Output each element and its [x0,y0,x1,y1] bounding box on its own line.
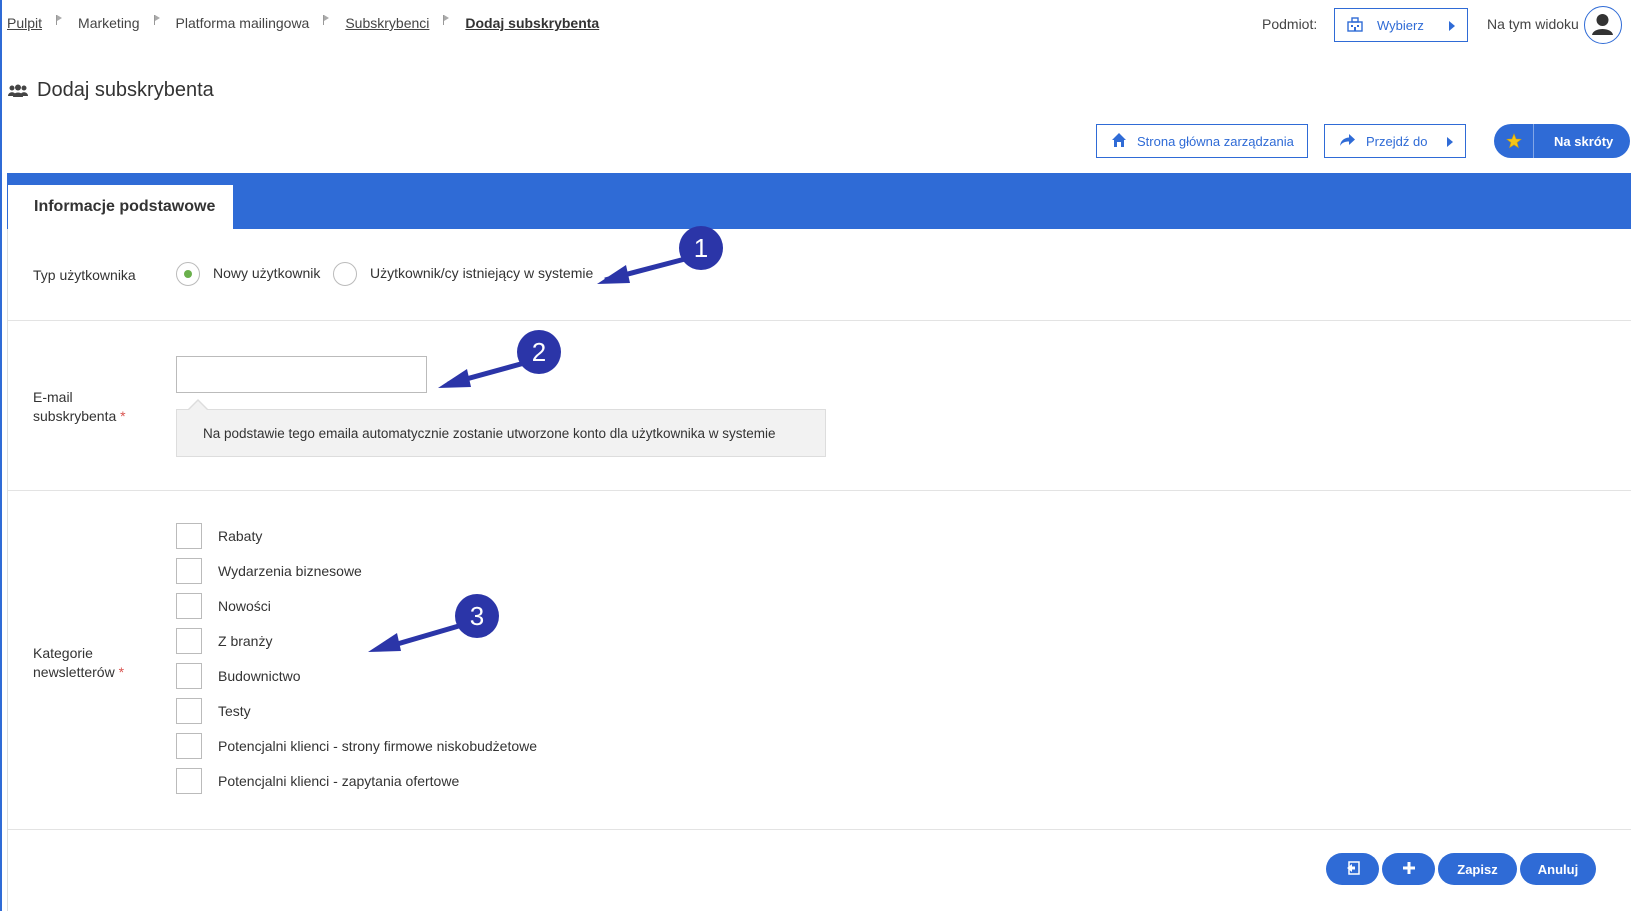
hint-pointer-fill [189,401,207,410]
user-avatar[interactable] [1584,6,1622,44]
breadcrumb-subskrybenci[interactable]: Subskrybenci [345,15,429,31]
category-checkbox[interactable] [176,768,202,794]
email-input[interactable] [176,356,427,393]
breadcrumb-separator-icon [153,15,162,25]
breadcrumb-separator-icon [56,15,64,25]
plus-icon [1402,861,1416,878]
user-icon [1592,14,1613,35]
category-checkbox-row[interactable]: Rabaty [176,523,262,549]
radio-new-user-label[interactable]: Nowy użytkownik [213,265,320,281]
cancel-button[interactable]: Anuluj [1520,853,1596,885]
subject-label: Podmiot: [1262,16,1318,32]
category-label: Potencjalni klienci - strony firmowe nis… [218,738,538,754]
category-label: Testy [218,703,251,719]
tab-bar [7,173,1631,229]
breadcrumb-platforma: Platforma mailingowa [175,15,310,31]
select-subject-label: Wybierz [1377,17,1424,33]
email-label-line2: subskrybenta [33,408,117,424]
select-subject-button[interactable]: Wybierz [1334,8,1468,42]
breadcrumb-current[interactable]: Dodaj subskrybenta [465,15,599,31]
radio-existing-user-label[interactable]: Użytkownik/cy istniejący w systemie [370,265,593,281]
categories-label: Kategorie newsletterów * [33,644,124,682]
required-mark: * [120,408,126,424]
category-label: Z branży [218,633,273,649]
category-checkbox[interactable] [176,663,202,689]
annotation-badge-2: 2 [517,330,561,374]
category-checkbox-row[interactable]: Testy [176,698,251,724]
category-checkbox-row[interactable]: Wydarzenia biznesowe [176,558,362,584]
email-hint-text: Na podstawie tego emaila automatycznie z… [203,425,776,441]
category-label: Rabaty [218,528,263,544]
email-hint: Na podstawie tego emaila automatycznie z… [176,409,826,457]
category-checkbox-row[interactable]: Z branży [176,628,272,654]
window-left-border [0,0,2,911]
category-checkbox[interactable] [176,698,202,724]
tab-basic-info[interactable]: Informacje podstawowe [8,185,233,229]
goto-label: Przejdź do [1366,133,1428,149]
category-checkbox-row[interactable]: Nowości [176,593,271,619]
save-button[interactable]: Zapisz [1438,853,1517,885]
breadcrumb-separator-icon [323,15,331,25]
caret-right-icon [1449,21,1455,31]
email-label-line1: E-mail [33,389,73,405]
category-checkbox-row[interactable]: Potencjalni klienci - strony firmowe nis… [176,733,537,759]
breadcrumb: Pulpit Marketing Platforma mailingowa Su… [7,15,599,31]
shortcuts-button[interactable]: Na skróty [1494,124,1630,158]
categories-label-line1: Kategorie [33,645,93,661]
annotation-badge-1: 1 [679,226,723,270]
shortcuts-label: Na skróty [1554,133,1614,149]
page-title: Dodaj subskrybenta [37,79,214,101]
section-divider [8,490,1631,491]
radio-new-user[interactable] [176,262,200,286]
users-group-icon [7,84,29,103]
add-button[interactable] [1382,853,1435,885]
management-home-button[interactable]: Strona główna zarządzania [1096,124,1308,158]
radio-existing-user[interactable] [333,262,357,286]
category-checkbox[interactable] [176,523,202,549]
home-icon [1111,132,1127,151]
share-arrow-icon [1339,133,1356,150]
category-label: Budownictwo [218,668,301,684]
section-divider [8,320,1631,321]
breadcrumb-pulpit[interactable]: Pulpit [7,15,42,31]
goto-button[interactable]: Przejdź do [1324,124,1466,158]
category-checkbox[interactable] [176,593,202,619]
section-divider [8,829,1631,830]
breadcrumb-marketing: Marketing [78,15,140,31]
category-checkbox[interactable] [176,733,202,759]
category-label: Wydarzenia biznesowe [218,563,362,579]
building-icon [1347,16,1363,35]
category-label: Potencjalni klienci - zapytania ofertowe [218,773,460,789]
categories-label-line2: newsletterów [33,664,115,680]
star-icon [1494,124,1534,158]
management-home-label: Strona główna zarządzania [1137,133,1294,149]
breadcrumb-separator-icon [443,15,451,25]
category-checkbox[interactable] [176,628,202,654]
user-type-label: Typ użytkownika [33,267,136,283]
category-checkbox-row[interactable]: Potencjalni klienci - zapytania ofertowe [176,768,459,794]
email-label: E-mail subskrybenta * [33,388,126,426]
back-to-list-button[interactable] [1326,853,1379,885]
annotation-badge-3: 3 [455,594,499,638]
category-checkbox[interactable] [176,558,202,584]
view-label: Na tym widoku [1487,16,1579,32]
list-return-icon [1346,860,1360,878]
required-mark: * [118,664,125,680]
category-checkbox-row[interactable]: Budownictwo [176,663,301,689]
caret-right-icon [1447,137,1453,147]
category-label: Nowości [218,598,271,614]
